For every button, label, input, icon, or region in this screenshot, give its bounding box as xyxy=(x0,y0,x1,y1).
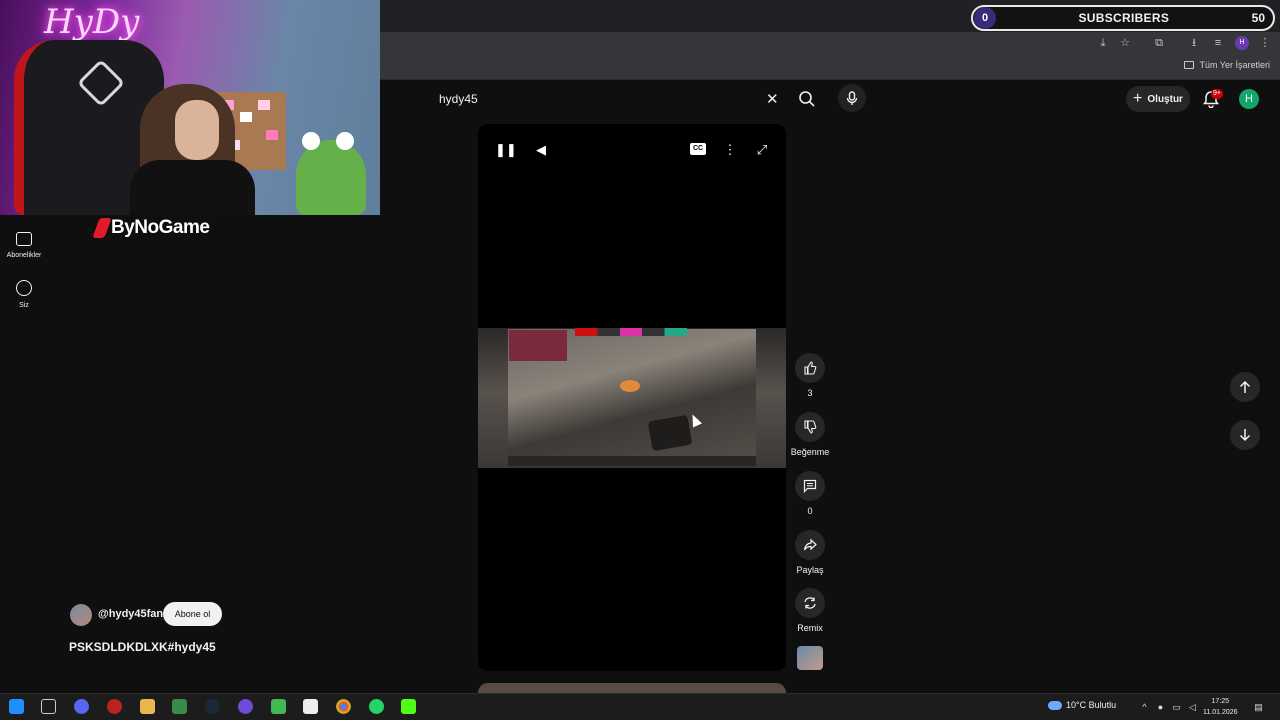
clock[interactable]: 17:25 11.01.2026 xyxy=(1203,696,1238,718)
nav-item-you[interactable]: Siz xyxy=(6,280,42,309)
create-label: Oluştur xyxy=(1147,93,1183,105)
all-bookmarks-label: Tüm Yer İşaretleri xyxy=(1199,60,1270,70)
nav-item-label: Siz xyxy=(19,302,29,309)
frog-eye xyxy=(336,132,354,150)
clear-search-icon[interactable]: ✕ xyxy=(766,90,779,108)
weather-widget[interactable]: 10°C Bulutlu xyxy=(1048,700,1116,710)
media-player-icon[interactable] xyxy=(271,699,286,714)
sponsor-mark-icon xyxy=(92,218,112,238)
arrow-up-icon xyxy=(1239,380,1251,393)
gameplay-webcam xyxy=(509,330,567,361)
channel-avatar[interactable] xyxy=(70,604,92,626)
share-label: Paylaş xyxy=(796,565,824,575)
pause-icon[interactable]: ❚❚ xyxy=(495,141,517,159)
folder-icon xyxy=(1184,61,1195,69)
sound-thumbnail[interactable] xyxy=(797,646,823,670)
kick-icon[interactable] xyxy=(401,699,416,714)
comment-icon xyxy=(795,471,825,501)
extensions-icon[interactable]: ⧉ xyxy=(1152,36,1166,50)
nav-item-label: Abonelikler xyxy=(6,252,42,259)
neon-sign: HyDy xyxy=(44,2,140,42)
opera-icon[interactable] xyxy=(107,699,122,714)
clock-date: 11.01.2026 xyxy=(1203,709,1238,716)
closed-captions-button[interactable]: CC xyxy=(690,143,706,155)
more-options-icon[interactable]: ⋮ xyxy=(721,141,739,159)
remix-button[interactable]: Remix xyxy=(788,588,832,633)
store-icon[interactable] xyxy=(172,699,187,714)
weather-text: 10°C Bulutlu xyxy=(1066,700,1117,710)
obs-icon[interactable] xyxy=(238,699,253,714)
capcut-icon[interactable] xyxy=(303,699,318,714)
whatsapp-icon[interactable] xyxy=(369,699,384,714)
profile-icon[interactable]: H xyxy=(1235,36,1249,50)
dislike-button[interactable]: Beğenme xyxy=(788,412,832,457)
previous-short-button[interactable] xyxy=(1230,372,1260,402)
subscriber-goal-count: 50 xyxy=(1251,11,1265,25)
share-button[interactable]: Paylaş xyxy=(788,530,832,575)
tray-expand-icon[interactable]: ^ xyxy=(1139,702,1150,712)
all-bookmarks-button[interactable]: Tüm Yer İşaretleri xyxy=(1184,60,1270,70)
network-icon[interactable]: ▭ xyxy=(1171,702,1182,712)
frog-eye xyxy=(302,132,320,150)
create-button[interactable]: + Oluştur xyxy=(1126,86,1190,112)
streamer-face xyxy=(175,100,219,160)
clock-time: 17:25 xyxy=(1211,698,1230,705)
frog-plush xyxy=(296,140,366,215)
sponsor-logo: ByNoGame xyxy=(92,217,210,239)
remix-label: Remix xyxy=(797,623,823,633)
search-icon[interactable] xyxy=(798,90,816,108)
notification-center-icon[interactable]: ▤ xyxy=(1253,702,1264,712)
streamer-shirt xyxy=(130,160,255,215)
share-icon xyxy=(795,530,825,560)
reading-list-icon[interactable]: ≡ xyxy=(1211,36,1225,50)
nav-item-subscriptions[interactable]: Abonelikler xyxy=(6,232,42,259)
next-short-button[interactable] xyxy=(1230,420,1260,450)
comments-button[interactable]: 0 xyxy=(788,471,832,516)
subscriber-current-count: 0 xyxy=(974,7,996,29)
dislike-label: Beğenme xyxy=(790,447,830,457)
browser-menu-icon[interactable]: ⋮ xyxy=(1258,36,1272,50)
notification-count-badge: 9+ xyxy=(1211,89,1223,99)
thumbs-down-icon xyxy=(795,412,825,442)
search-input[interactable]: hydy45 xyxy=(439,92,478,106)
user-icon xyxy=(16,280,32,296)
arrow-down-icon xyxy=(1239,429,1251,442)
file-explorer-icon[interactable] xyxy=(140,699,155,714)
like-count: 3 xyxy=(807,388,813,398)
thumbs-up-icon xyxy=(795,353,825,383)
gameplay-muzzle-flash xyxy=(620,380,640,392)
cloud-icon xyxy=(1048,700,1062,710)
voice-search-button[interactable] xyxy=(838,84,866,112)
plus-icon: + xyxy=(1133,90,1143,107)
video-title[interactable]: PSKSDLDKDLXK#hydy45 xyxy=(69,640,216,654)
like-button[interactable]: 3 xyxy=(788,353,832,398)
remix-icon xyxy=(795,588,825,618)
task-view-icon[interactable] xyxy=(41,699,56,714)
sponsor-name: ByNoGame xyxy=(111,217,210,238)
subscriptions-icon xyxy=(16,232,32,246)
chrome-icon[interactable] xyxy=(336,699,351,714)
subscribe-button[interactable]: Abone ol xyxy=(163,602,222,626)
subscriber-goal-label: SUBSCRIBERS xyxy=(1078,11,1170,25)
microphone-icon xyxy=(846,90,858,105)
install-app-icon[interactable]: ⤓ xyxy=(1096,36,1110,50)
fullscreen-icon[interactable]: ⤢ xyxy=(753,141,771,159)
downloads-icon[interactable]: ⭳ xyxy=(1187,36,1201,50)
account-avatar[interactable]: H xyxy=(1239,89,1259,109)
subscriber-goal-overlay: 0 SUBSCRIBERS 50 xyxy=(971,5,1275,31)
windows-start-icon[interactable] xyxy=(9,699,24,714)
volume-icon[interactable]: ◀ xyxy=(532,141,550,159)
gameplay-hud xyxy=(575,328,687,336)
gameplay-bottom-hud xyxy=(508,456,756,466)
discord-icon[interactable] xyxy=(74,699,89,714)
sticky-note xyxy=(266,130,278,140)
channel-handle[interactable]: @hydy45fan xyxy=(98,608,163,620)
comments-count: 0 xyxy=(807,506,813,516)
bookmark-star-icon[interactable]: ☆ xyxy=(1118,36,1132,50)
sticky-note xyxy=(258,100,270,110)
speaker-icon[interactable]: ◁ xyxy=(1187,702,1198,712)
sticky-note xyxy=(240,112,252,122)
microphone-tray-icon[interactable]: ● xyxy=(1155,702,1166,712)
steam-icon[interactable] xyxy=(205,699,220,714)
